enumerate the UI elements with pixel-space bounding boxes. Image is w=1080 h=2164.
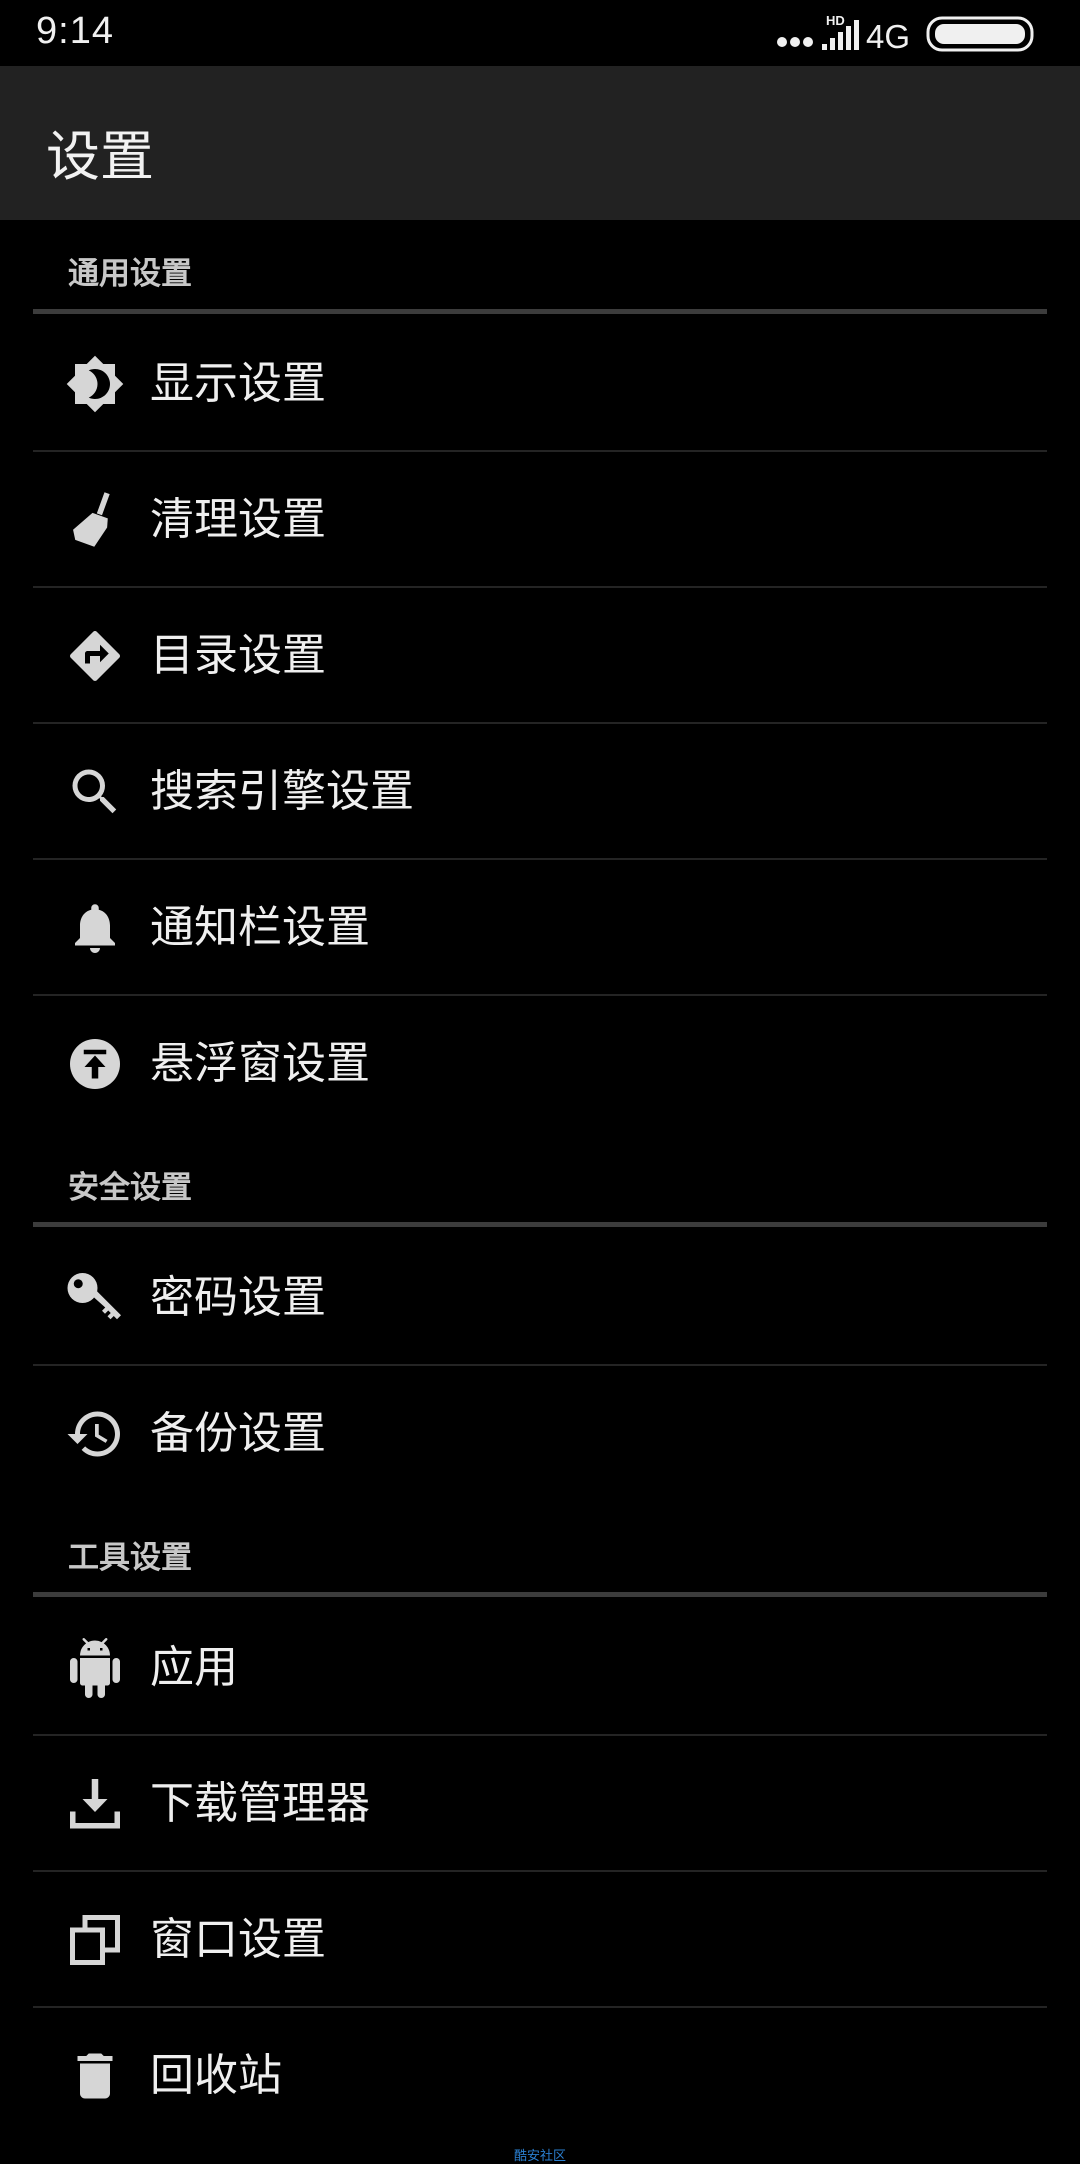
brightness-icon [65,354,125,414]
watermark: 酷安社区 [513,2149,566,2164]
section-divider [33,1592,1047,1597]
section-divider [33,309,1047,314]
android-icon [65,1638,125,1698]
windows-copy-icon [65,1910,125,1970]
app-bar: 设置 [0,66,1080,220]
directions-icon [65,626,125,686]
section-header-security: 安全设置 [68,1170,192,1206]
settings-item-backup[interactable]: 备份设置 [33,1366,1047,1502]
item-label: 悬浮窗设置 [150,1038,370,1089]
trash-icon [65,2046,125,2106]
page-title: 设置 [46,125,154,188]
history-icon [65,1404,125,1464]
settings-item-directory[interactable]: 目录设置 [33,588,1047,724]
bell-icon [65,898,125,958]
search-icon [65,762,125,822]
settings-item-cleanup[interactable]: 清理设置 [33,452,1047,588]
hd-badge: HD [826,13,845,28]
item-label: 通知栏设置 [150,902,370,953]
settings-item-recycle-bin[interactable]: 回收站 [33,2008,1047,2144]
status-time: 9:14 [36,10,114,52]
settings-item-password[interactable]: 密码设置 [33,1230,1047,1366]
more-dots-icon [777,37,813,47]
item-label: 窗口设置 [150,1914,326,1965]
download-icon [65,1774,125,1834]
settings-item-download-manager[interactable]: 下载管理器 [33,1736,1047,1872]
status-icons: HD 4G [777,13,1034,55]
settings-item-notification-bar[interactable]: 通知栏设置 [33,860,1047,996]
item-label: 回收站 [150,2050,282,2101]
settings-item-display[interactable]: 显示设置 [33,316,1047,452]
settings-item-window[interactable]: 窗口设置 [33,1872,1047,2008]
item-label: 密码设置 [150,1272,326,1323]
key-icon [65,1268,125,1328]
upload-circle-icon [65,1034,125,1094]
item-label: 应用 [150,1642,238,1693]
broom-icon [65,490,125,550]
settings-item-search-engine[interactable]: 搜索引擎设置 [33,724,1047,860]
battery-icon [926,16,1034,52]
item-label: 下载管理器 [150,1778,370,1829]
section-divider [33,1222,1047,1227]
settings-item-floating-window[interactable]: 悬浮窗设置 [33,996,1047,1132]
network-type: 4G [866,18,910,55]
item-label: 备份设置 [150,1408,326,1459]
item-label: 目录设置 [150,630,326,681]
status-bar: 9:14 HD 4G [0,0,1080,66]
item-label: 搜索引擎设置 [150,766,414,817]
section-header-general: 通用设置 [68,256,192,292]
section-header-tools: 工具设置 [68,1540,192,1576]
settings-item-apps[interactable]: 应用 [33,1600,1047,1736]
item-label: 清理设置 [150,494,326,545]
item-label: 显示设置 [150,358,326,409]
